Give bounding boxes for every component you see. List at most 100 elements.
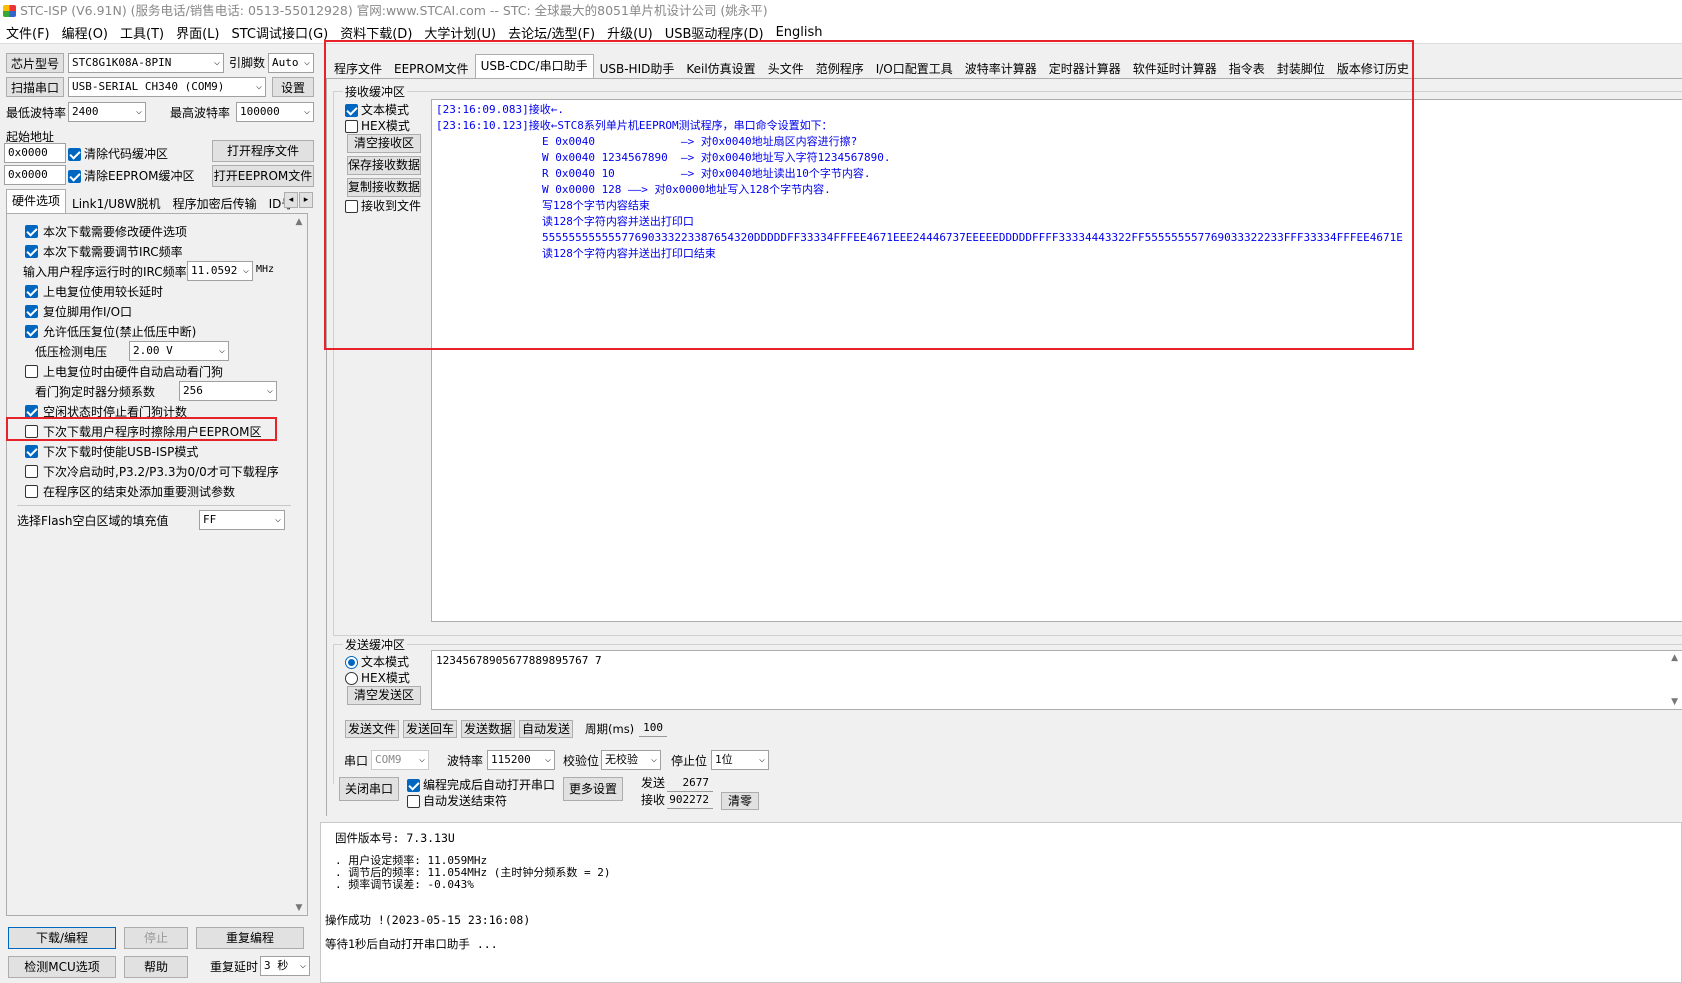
menu-university[interactable]: 大学计划(U) <box>418 23 502 42</box>
max-baud-select[interactable]: 100000 ⌵ <box>236 102 314 122</box>
save-receive-button[interactable]: 保存接收数据 <box>347 156 421 175</box>
tab-encrypted-transfer[interactable]: 程序加密后传输 <box>167 193 263 213</box>
tab-hardware-options[interactable]: 硬件选项 <box>6 189 67 213</box>
option-row[interactable]: 本次下载需要调节IRC频率 <box>25 242 183 261</box>
receive-to-file-option[interactable]: 接收到文件 <box>345 197 421 215</box>
option-checkbox[interactable] <box>25 485 38 498</box>
tab-baud-calculator[interactable]: 波特率计算器 <box>959 58 1043 78</box>
send-hex-mode-option[interactable]: HEX模式 <box>345 669 410 687</box>
clear-code-option[interactable]: 清除代码缓冲区 <box>68 145 168 163</box>
flash-fill-select[interactable]: FF ⌵ <box>199 510 285 530</box>
copy-receive-button[interactable]: 复制接收数据 <box>347 178 421 197</box>
receive-hex-mode-option[interactable]: HEX模式 <box>345 117 410 135</box>
menu-forum[interactable]: 去论坛/选型(F) <box>502 23 601 42</box>
scroll-down-icon[interactable]: ▼ <box>291 903 307 913</box>
tab-header-file[interactable]: 头文件 <box>762 58 810 78</box>
menu-tools[interactable]: 工具(T) <box>114 23 170 42</box>
option-checkbox[interactable] <box>25 465 38 478</box>
clear-receive-button[interactable]: 清空接收区 <box>347 134 421 153</box>
help-button[interactable]: 帮助 <box>124 956 188 978</box>
period-input[interactable]: 100 <box>639 720 667 737</box>
irc-frequency-select[interactable]: 11.0592 ⌵ <box>187 261 253 281</box>
menu-usb-driver[interactable]: USB驱动程序(D) <box>659 23 770 42</box>
menu-program[interactable]: 编程(O) <box>56 23 114 42</box>
option-row[interactable]: 下次下载时使能USB-ISP模式 <box>25 442 198 461</box>
tab-timer-calculator[interactable]: 定时器计算器 <box>1043 58 1127 78</box>
pin-count-select[interactable]: Auto ⌵ <box>268 53 314 73</box>
menu-debug[interactable]: STC调试接口(G) <box>226 23 335 42</box>
download-program-button[interactable]: 下载/编程 <box>8 927 116 949</box>
send-data-button[interactable]: 发送数据 <box>461 720 515 738</box>
clear-eeprom-checkbox[interactable] <box>68 169 81 183</box>
scroll-up-icon[interactable]: ▲ <box>291 217 307 227</box>
stop-bits-select[interactable]: 1位 ⌵ <box>711 750 769 770</box>
tab-delay-calculator[interactable]: 软件延时计算器 <box>1127 58 1223 78</box>
option-checkbox[interactable] <box>25 225 38 238</box>
option-checkbox[interactable] <box>25 425 38 438</box>
log-output[interactable]: 固件版本号: 7.3.13U . 用户设定频率: 11.059MHz . 调节后… <box>320 822 1682 983</box>
close-port-button[interactable]: 关闭串口 <box>339 777 399 801</box>
option-row[interactable]: 空闲状态时停止看门狗计数 <box>25 402 187 421</box>
options-scrollbar[interactable]: ▲ ▼ <box>291 214 307 915</box>
repeat-program-button[interactable]: 重复编程 <box>196 927 304 949</box>
serial-port-select[interactable]: COM9 ⌵ <box>371 750 429 770</box>
tab-keil-debug[interactable]: Keil仿真设置 <box>680 58 761 78</box>
detect-mcu-button[interactable]: 检测MCU选项 <box>8 956 116 978</box>
baud-rate-select[interactable]: 115200 ⌵ <box>487 750 555 770</box>
auto-end-checkbox[interactable] <box>407 794 420 808</box>
option-row[interactable]: 上电复位时由硬件自动启动看门狗 <box>25 362 223 381</box>
option-row[interactable]: 复位脚用作I/O口 <box>25 302 132 321</box>
option-row[interactable]: 下次冷启动时,P3.2/P3.3为0/0才可下载程序 <box>25 462 279 481</box>
send-file-button[interactable]: 发送文件 <box>345 720 399 738</box>
menu-download[interactable]: 资料下载(D) <box>334 23 418 42</box>
tab-program-file[interactable]: 程序文件 <box>328 58 388 78</box>
open-eeprom-file-button[interactable]: 打开EEPROM文件 <box>212 165 314 187</box>
clear-eeprom-option[interactable]: 清除EEPROM缓冲区 <box>68 167 195 185</box>
option-row-erase-eeprom[interactable]: 下次下载用户程序时擦除用户EEPROM区 <box>25 422 262 441</box>
tab-usb-cdc-serial[interactable]: USB-CDC/串口助手 <box>474 54 594 78</box>
min-baud-select[interactable]: 2400 ⌵ <box>68 102 146 122</box>
option-checkbox[interactable] <box>25 285 38 298</box>
port-settings-button[interactable]: 设置 <box>272 77 314 97</box>
auto-end-option[interactable]: 自动发送结束符 <box>407 792 507 810</box>
option-row[interactable]: 在程序区的结束处添加重要测试参数 <box>25 482 235 501</box>
scroll-up-icon[interactable]: ▲ <box>1671 653 1678 663</box>
receive-text-area[interactable]: [23:16:09.083]接收←. [23:16:10.123]接收←STC8… <box>431 99 1682 622</box>
code-address-input[interactable]: 0x0000 <box>4 143 66 163</box>
eeprom-address-input[interactable]: 0x0000 <box>4 165 66 185</box>
clear-code-checkbox[interactable] <box>68 147 81 161</box>
tab-package-pins[interactable]: 封装脚位 <box>1271 58 1331 78</box>
tab-eeprom-file[interactable]: EEPROM文件 <box>388 58 475 78</box>
scan-port-button[interactable]: 扫描串口 <box>6 77 64 97</box>
auto-open-checkbox[interactable] <box>407 778 420 792</box>
option-row[interactable]: 允许低压复位(禁止低压中断) <box>25 322 196 341</box>
tab-link1-offline[interactable]: Link1/U8W脱机 <box>66 193 167 213</box>
chip-type-select[interactable]: STC8G1K08A-8PIN ⌵ <box>68 53 224 73</box>
send-text-mode-radio[interactable] <box>345 655 358 669</box>
wdt-divider-select[interactable]: 256 ⌵ <box>179 381 277 401</box>
tab-examples[interactable]: 范例程序 <box>810 58 870 78</box>
option-row[interactable]: 上电复位使用较长延时 <box>25 282 163 301</box>
repeat-delay-select[interactable]: 3 秒 ⌵ <box>260 956 310 976</box>
tab-scroll-left-icon[interactable]: ◂ <box>284 192 298 208</box>
receive-hex-mode-checkbox[interactable] <box>345 119 358 133</box>
receive-text-mode-checkbox[interactable] <box>345 103 358 117</box>
option-row[interactable]: 本次下载需要修改硬件选项 <box>25 222 187 241</box>
option-checkbox[interactable] <box>25 245 38 258</box>
lvd-voltage-select[interactable]: 2.00 V ⌵ <box>129 341 229 361</box>
option-checkbox[interactable] <box>25 405 38 418</box>
open-program-file-button[interactable]: 打开程序文件 <box>212 140 314 162</box>
tab-revision-history[interactable]: 版本修订历史 <box>1331 58 1415 78</box>
auto-send-button[interactable]: 自动发送 <box>519 720 573 738</box>
tab-io-config[interactable]: I/O口配置工具 <box>870 58 959 78</box>
tab-scroll-right-icon[interactable]: ▸ <box>299 192 313 208</box>
parity-select[interactable]: 无校验 ⌵ <box>601 750 661 770</box>
send-hex-mode-radio[interactable] <box>345 671 358 685</box>
menu-upgrade[interactable]: 升级(U) <box>601 23 659 42</box>
tab-instruction-table[interactable]: 指令表 <box>1223 58 1271 78</box>
option-checkbox[interactable] <box>25 445 38 458</box>
menu-interface[interactable]: 界面(L) <box>170 23 225 42</box>
send-text-area[interactable]: 12345678905677889895767 7 ▲ ▼ <box>431 650 1682 710</box>
port-select[interactable]: USB-SERIAL CH340 (COM9) ⌵ <box>68 77 266 97</box>
more-settings-button[interactable]: 更多设置 <box>563 777 623 801</box>
